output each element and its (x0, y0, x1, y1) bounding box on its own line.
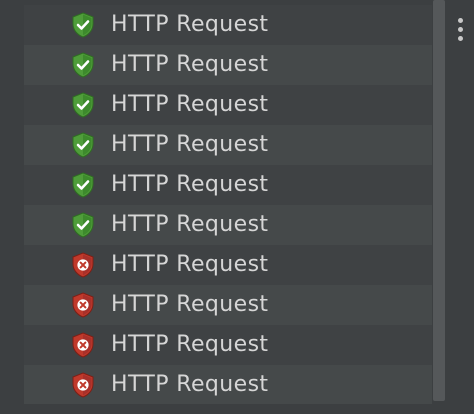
shield-check-icon (72, 92, 94, 118)
panel-bottom-edge (0, 404, 474, 414)
result-item[interactable]: HTTP Request (24, 325, 432, 365)
result-item-label: HTTP Request (111, 12, 269, 37)
result-item[interactable]: HTTP Request (24, 245, 432, 285)
scrollbar-thumb[interactable] (433, 0, 445, 401)
vertical-ellipsis-icon[interactable] (454, 18, 466, 42)
shield-error-icon (72, 372, 94, 398)
result-item-label: HTTP Request (111, 132, 269, 157)
shield-error-icon (72, 332, 94, 358)
result-item[interactable]: HTTP Request (24, 45, 432, 85)
result-item-label: HTTP Request (111, 372, 269, 397)
results-list: HTTP Request HTTP Request HTTP Request H… (24, 5, 432, 405)
result-item[interactable]: HTTP Request (24, 5, 432, 45)
shield-error-icon (72, 292, 94, 318)
result-item-label: HTTP Request (111, 292, 269, 317)
results-tree-panel: HTTP Request HTTP Request HTTP Request H… (0, 0, 474, 414)
result-item-label: HTTP Request (111, 252, 269, 277)
result-item[interactable]: HTTP Request (24, 205, 432, 245)
shield-check-icon (72, 132, 94, 158)
result-item-label: HTTP Request (111, 212, 269, 237)
result-item[interactable]: HTTP Request (24, 125, 432, 165)
result-item-label: HTTP Request (111, 92, 269, 117)
shield-error-icon (72, 252, 94, 278)
result-item-label: HTTP Request (111, 332, 269, 357)
result-item[interactable]: HTTP Request (24, 365, 432, 405)
result-item[interactable]: HTTP Request (24, 85, 432, 125)
shield-check-icon (72, 12, 94, 38)
shield-check-icon (72, 52, 94, 78)
result-item[interactable]: HTTP Request (24, 165, 432, 205)
result-item-label: HTTP Request (111, 52, 269, 77)
result-item-label: HTTP Request (111, 172, 269, 197)
result-item[interactable]: HTTP Request (24, 285, 432, 325)
shield-check-icon (72, 212, 94, 238)
shield-check-icon (72, 172, 94, 198)
